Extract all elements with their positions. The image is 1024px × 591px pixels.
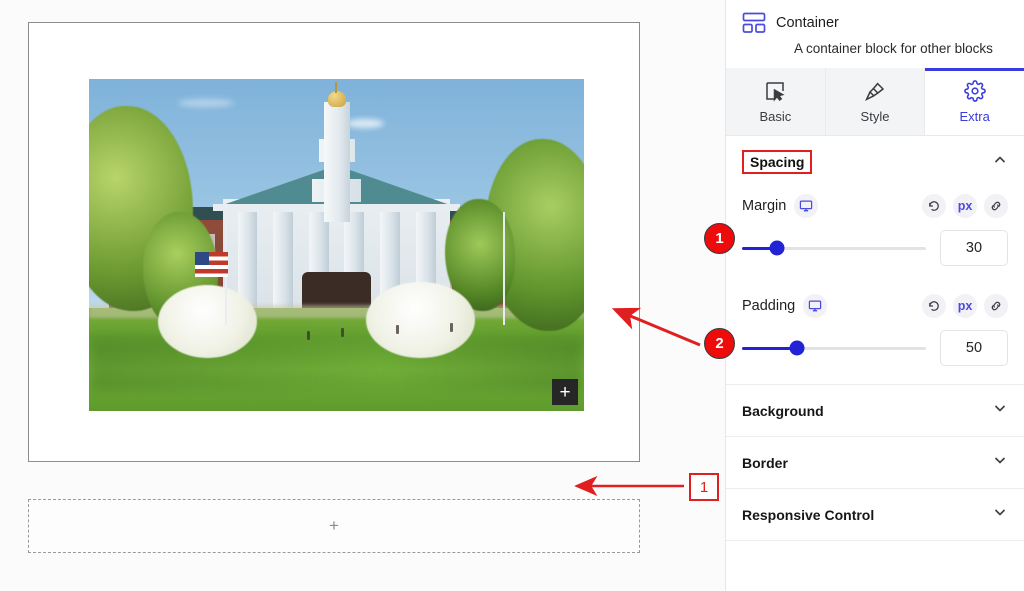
settings-panel: Container A container block for other bl… [725,0,1024,591]
accordion-responsive-control-label: Responsive Control [742,506,875,523]
app-root: + + 1 1 2 Container A container block fo… [0,0,1024,591]
margin-slider[interactable] [742,240,926,256]
editor-canvas: + + 1 [0,0,725,591]
paintbrush-icon [864,80,886,102]
link-chain-icon[interactable] [984,194,1008,218]
block-title: Container [776,15,839,31]
padding-value-input[interactable]: 50 [940,330,1008,366]
padding-slider-row: 50 [726,322,1024,366]
accordion-border-label: Border [742,454,788,471]
tab-style-label: Style [860,108,890,124]
accordion-background[interactable]: Background [726,385,1024,437]
person [306,331,310,341]
tab-extra[interactable]: Extra [925,68,1024,135]
desktop-monitor-icon[interactable] [794,194,819,218]
annotation-badge-margin: 1 [704,223,735,254]
accordion-background-label: Background [742,402,824,419]
tab-style[interactable]: Style [825,68,926,135]
cloud-shape [346,118,385,128]
reset-arrow-icon[interactable] [922,194,946,218]
padding-unit-toggle[interactable]: px [953,294,977,318]
person [395,324,399,334]
chevron-down-icon [992,504,1008,525]
golden-dome [327,90,347,108]
margin-unit-toggle[interactable]: px [953,194,977,218]
cloud-shape [178,98,235,107]
tab-extra-label: Extra [959,108,990,124]
american-flag [195,251,228,277]
margin-value-input[interactable]: 30 [940,230,1008,266]
flowering-tree [158,284,258,358]
panel-header: Container A container block for other bl… [726,0,1024,68]
reset-arrow-icon[interactable] [922,294,946,318]
block-description: A container block for other blocks [794,41,993,56]
image-block[interactable]: + [89,79,584,411]
padding-label: Padding [742,298,796,314]
annotation-badge-padding: 2 [704,328,735,359]
margin-slider-row: 30 [726,222,1024,266]
padding-field-row: Padding px [726,288,1024,322]
padding-slider[interactable] [742,340,926,356]
margin-slider-thumb[interactable] [769,240,785,256]
accordion-responsive-control[interactable]: Responsive Control [726,489,1024,541]
tower-spire [335,82,337,93]
padding-slider-thumb[interactable] [789,340,805,356]
chevron-down-icon [992,452,1008,473]
flowering-tree [366,281,476,358]
add-block-button[interactable]: + [552,379,578,405]
desktop-monitor-icon[interactable] [803,294,828,318]
empty-drop-zone[interactable]: + [28,499,640,553]
accordion-border[interactable]: Border [726,437,1024,489]
link-chain-icon[interactable] [984,294,1008,318]
margin-callout-box: 1 [689,473,719,501]
plus-icon: + [329,516,339,535]
tab-basic[interactable]: Basic [726,68,826,135]
tab-basic-label: Basic [759,108,792,124]
spacing-section-title: Spacing [742,150,813,174]
lawn-shadow [89,337,584,392]
person [341,328,345,337]
spacing-section-header[interactable]: Spacing [726,136,1024,188]
container-blocks-icon [742,12,766,34]
margin-field-row: Margin px [726,188,1024,222]
panel-tabs: Basic Style Extra [726,68,1024,136]
margin-label: Margin [742,198,787,214]
chevron-up-icon[interactable] [992,152,1008,173]
clock-tower [324,102,350,222]
person [450,323,454,333]
container-block[interactable]: + [28,22,640,462]
gear-icon [963,79,986,102]
cursor-select-icon [764,80,786,102]
flagpole [503,211,505,325]
chevron-down-icon [992,400,1008,421]
